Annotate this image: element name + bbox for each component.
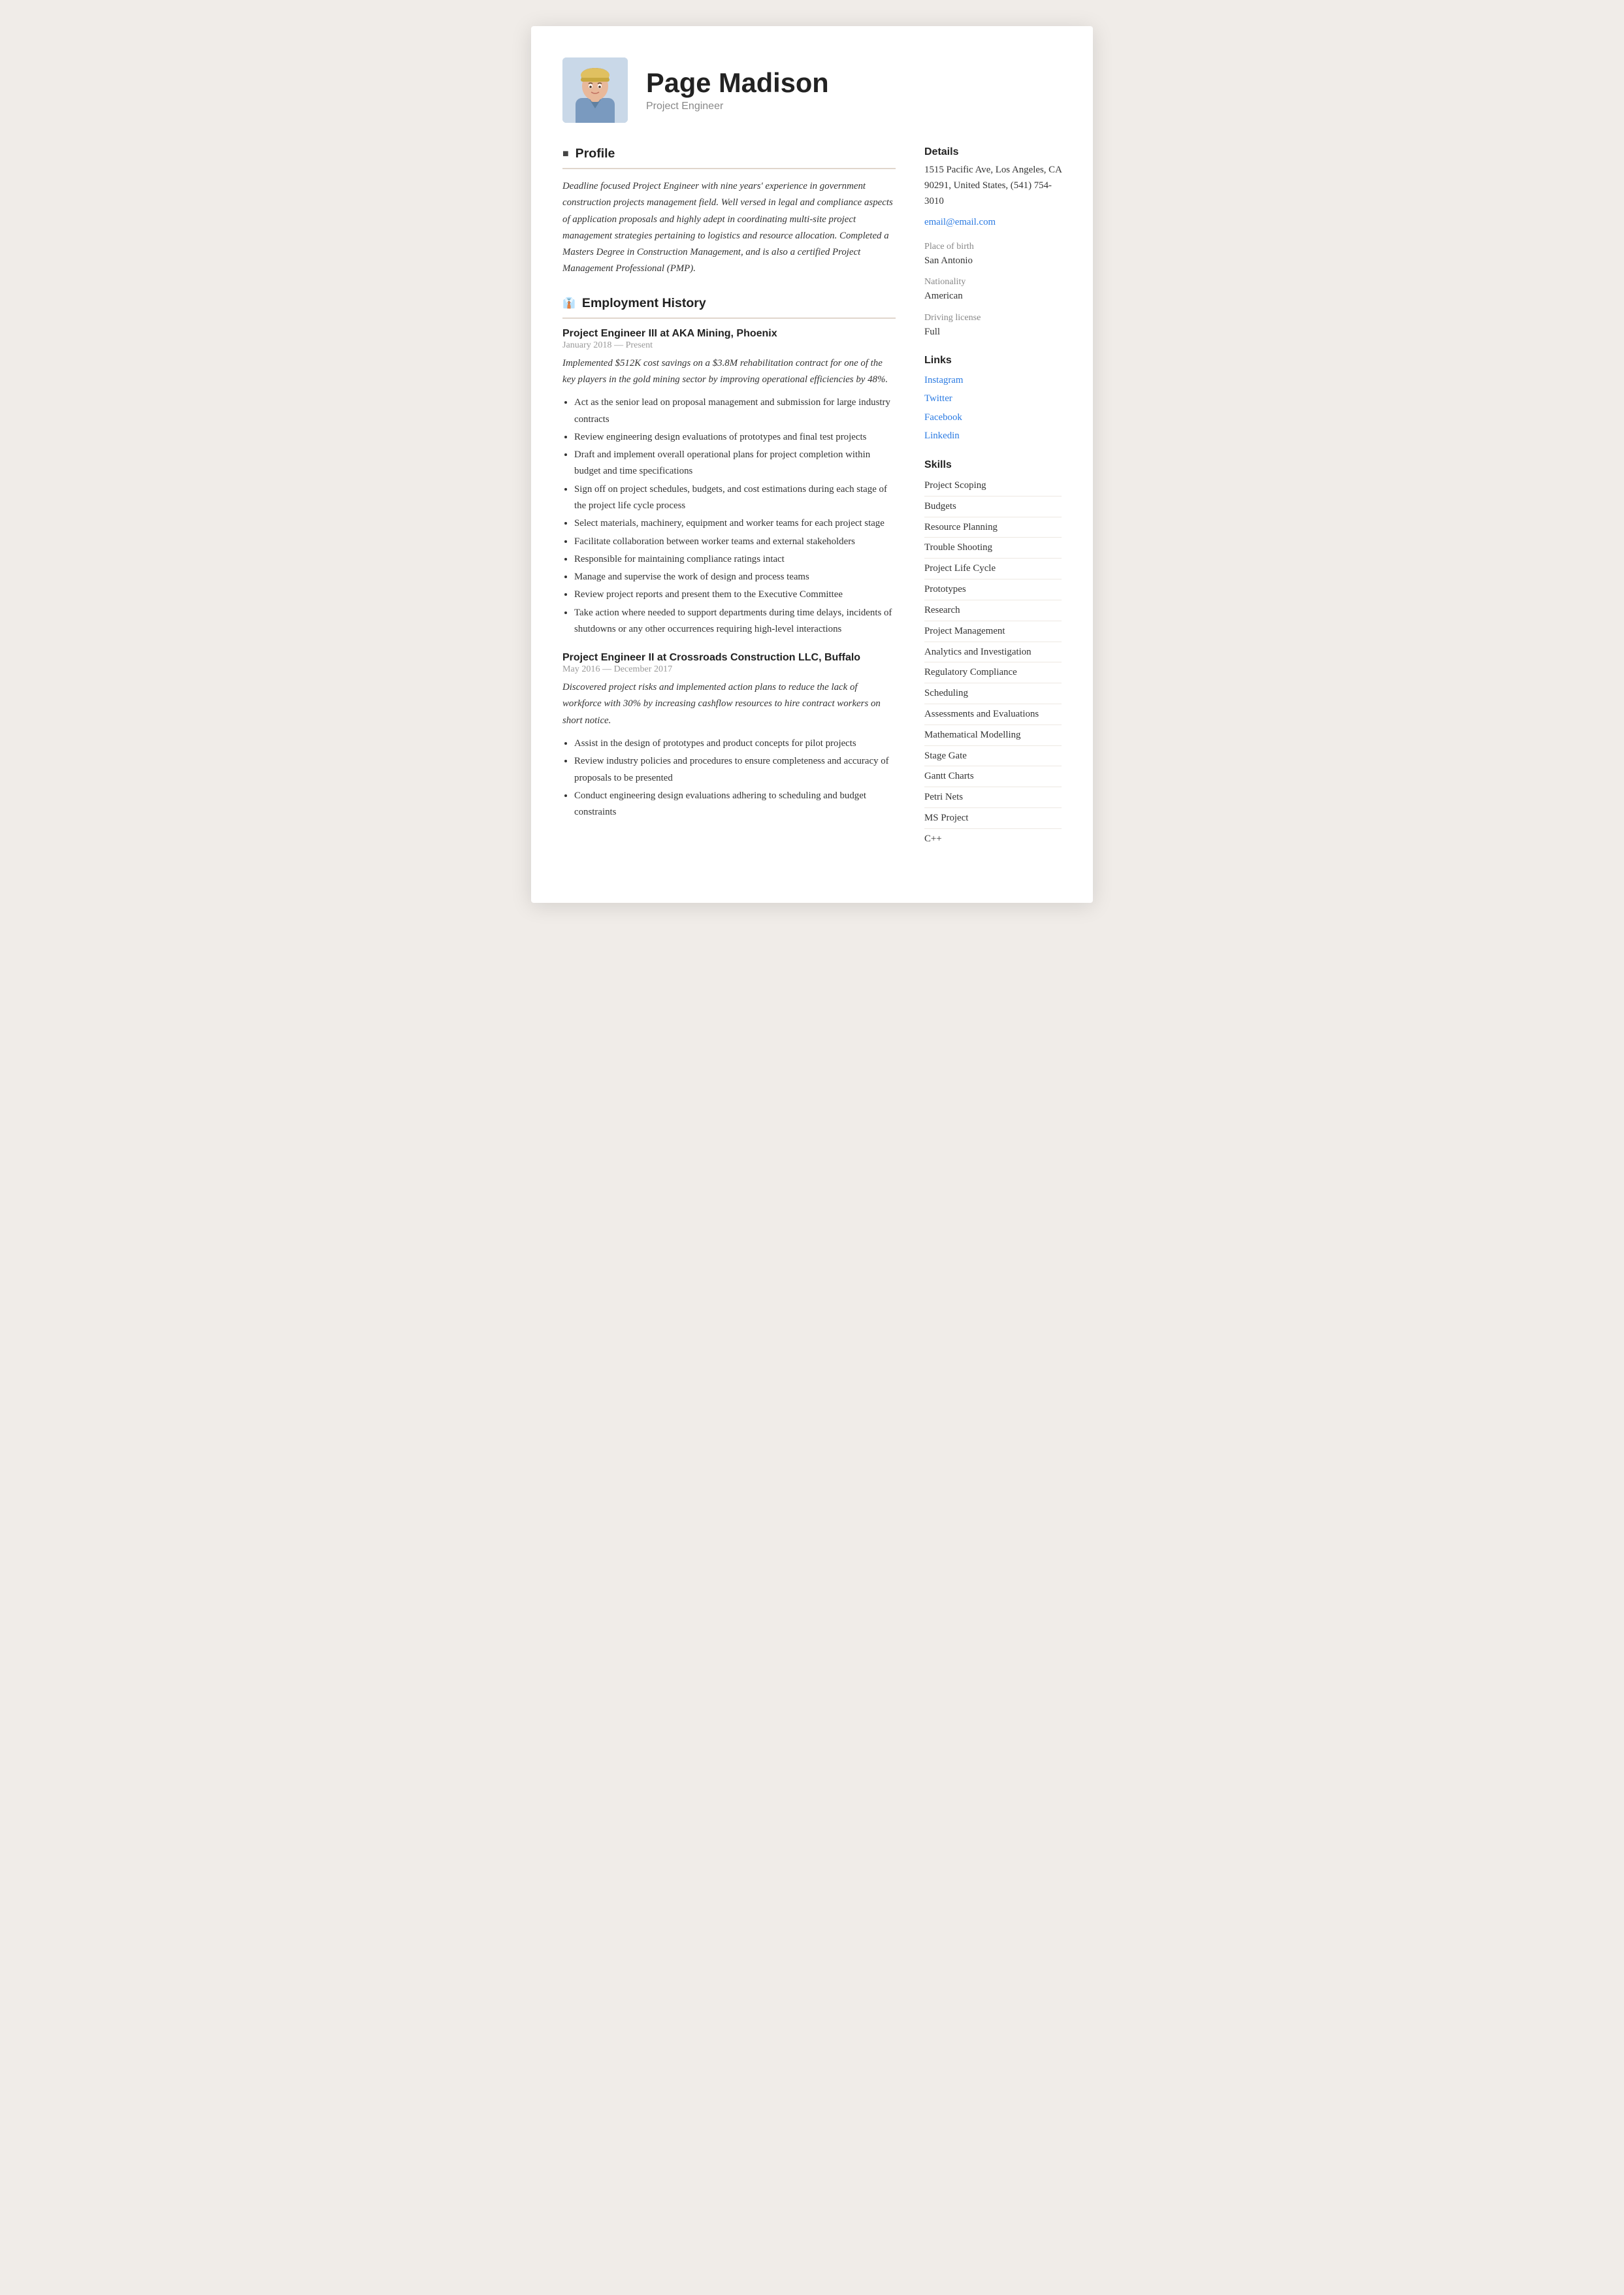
skill-item: Research bbox=[924, 600, 1062, 621]
job-1-title: Project Engineer III at AKA Mining, Phoe… bbox=[562, 328, 896, 340]
header-name: Page Madison bbox=[646, 68, 829, 98]
job-1-desc: Implemented $512K cost savings on a $3.8… bbox=[562, 355, 896, 389]
nationality-block: Nationality American bbox=[924, 276, 1062, 304]
list-item: Review industry policies and procedures … bbox=[574, 753, 896, 787]
skill-item: Project Life Cycle bbox=[924, 559, 1062, 579]
skill-item: Mathematical Modelling bbox=[924, 725, 1062, 746]
header-title: Project Engineer bbox=[646, 101, 829, 112]
link-instagram[interactable]: Instagram bbox=[924, 371, 1062, 389]
skill-item: Analytics and Investigation bbox=[924, 642, 1062, 663]
job-2-title: Project Engineer II at Crossroads Constr… bbox=[562, 652, 896, 664]
job-1-date: January 2018 — Present bbox=[562, 340, 896, 351]
job-1-bullets: Act as the senior lead on proposal manag… bbox=[562, 395, 896, 638]
two-column-layout: ■ Profile Deadline focused Project Engin… bbox=[562, 146, 1062, 864]
link-twitter[interactable]: Twitter bbox=[924, 389, 1062, 408]
skill-item: Regulatory Compliance bbox=[924, 662, 1062, 683]
profile-divider bbox=[562, 168, 896, 169]
profile-text: Deadline focused Project Engineer with n… bbox=[562, 178, 896, 278]
job-2-desc: Discovered project risks and implemented… bbox=[562, 679, 896, 729]
list-item: Facilitate collaboration between worker … bbox=[574, 534, 896, 550]
skills-section: Skills Project Scoping Budgets Resource … bbox=[924, 459, 1062, 849]
skill-item: Budgets bbox=[924, 496, 1062, 517]
list-item: Manage and supervise the work of design … bbox=[574, 569, 896, 585]
details-email[interactable]: email@email.com bbox=[924, 213, 1062, 231]
skill-item: Trouble Shooting bbox=[924, 538, 1062, 559]
skills-section-title: Skills bbox=[924, 459, 1062, 471]
list-item: Draft and implement overall operational … bbox=[574, 447, 896, 480]
driving-license-block: Driving license Full bbox=[924, 312, 1062, 340]
skill-item: Petri Nets bbox=[924, 787, 1062, 808]
employment-icon: 👔 bbox=[562, 297, 576, 310]
links-section: Links Instagram Twitter Facebook Linkedi… bbox=[924, 355, 1062, 445]
side-column: Details 1515 Pacific Ave, Los Angeles, C… bbox=[924, 146, 1062, 864]
list-item: Responsible for maintaining compliance r… bbox=[574, 551, 896, 568]
place-of-birth-value: San Antonio bbox=[924, 253, 1062, 269]
list-item: Select materials, machinery, equipment a… bbox=[574, 515, 896, 532]
list-item: Act as the senior lead on proposal manag… bbox=[574, 395, 896, 428]
skill-item: Gantt Charts bbox=[924, 766, 1062, 787]
job-2-bullets: Assist in the design of prototypes and p… bbox=[562, 736, 896, 821]
employment-divider bbox=[562, 317, 896, 319]
skill-item: Assessments and Evaluations bbox=[924, 704, 1062, 725]
skill-item: Stage Gate bbox=[924, 746, 1062, 767]
skill-item: C++ bbox=[924, 829, 1062, 849]
skill-item: Prototypes bbox=[924, 579, 1062, 600]
main-column: ■ Profile Deadline focused Project Engin… bbox=[562, 146, 896, 864]
job-1: Project Engineer III at AKA Mining, Phoe… bbox=[562, 328, 896, 638]
skill-item: Project Management bbox=[924, 621, 1062, 642]
link-linkedin[interactable]: Linkedin bbox=[924, 427, 1062, 445]
link-facebook[interactable]: Facebook bbox=[924, 408, 1062, 427]
details-address: 1515 Pacific Ave, Los Angeles, CA 90291,… bbox=[924, 163, 1062, 209]
skill-item: Scheduling bbox=[924, 683, 1062, 704]
skill-item: Resource Planning bbox=[924, 517, 1062, 538]
driving-license-label: Driving license bbox=[924, 312, 1062, 323]
avatar bbox=[562, 57, 628, 123]
profile-section: ■ Profile Deadline focused Project Engin… bbox=[562, 146, 896, 278]
details-section-title: Details bbox=[924, 146, 1062, 158]
place-of-birth-label: Place of birth bbox=[924, 241, 1062, 252]
list-item: Assist in the design of prototypes and p… bbox=[574, 736, 896, 752]
skill-item: Project Scoping bbox=[924, 476, 1062, 496]
links-section-title: Links bbox=[924, 355, 1062, 366]
nationality-value: American bbox=[924, 289, 1062, 304]
resume-card: Page Madison Project Engineer ■ Profile … bbox=[531, 26, 1093, 903]
list-item: Take action where needed to support depa… bbox=[574, 605, 896, 638]
profile-section-title: ■ Profile bbox=[562, 146, 896, 161]
header-text: Page Madison Project Engineer bbox=[646, 68, 829, 112]
employment-section-title: 👔 Employment History bbox=[562, 296, 896, 311]
job-2: Project Engineer II at Crossroads Constr… bbox=[562, 652, 896, 821]
skill-item: MS Project bbox=[924, 808, 1062, 829]
job-2-date: May 2016 — December 2017 bbox=[562, 664, 896, 675]
list-item: Review engineering design evaluations of… bbox=[574, 429, 896, 446]
details-section: Details 1515 Pacific Ave, Los Angeles, C… bbox=[924, 146, 1062, 340]
list-item: Conduct engineering design evaluations a… bbox=[574, 788, 896, 821]
header: Page Madison Project Engineer bbox=[562, 57, 1062, 123]
driving-license-value: Full bbox=[924, 325, 1062, 340]
employment-section: 👔 Employment History Project Engineer II… bbox=[562, 296, 896, 821]
place-of-birth-block: Place of birth San Antonio bbox=[924, 241, 1062, 269]
list-item: Sign off on project schedules, budgets, … bbox=[574, 481, 896, 515]
profile-icon: ■ bbox=[562, 148, 569, 160]
nationality-label: Nationality bbox=[924, 276, 1062, 287]
list-item: Review project reports and present them … bbox=[574, 587, 896, 603]
